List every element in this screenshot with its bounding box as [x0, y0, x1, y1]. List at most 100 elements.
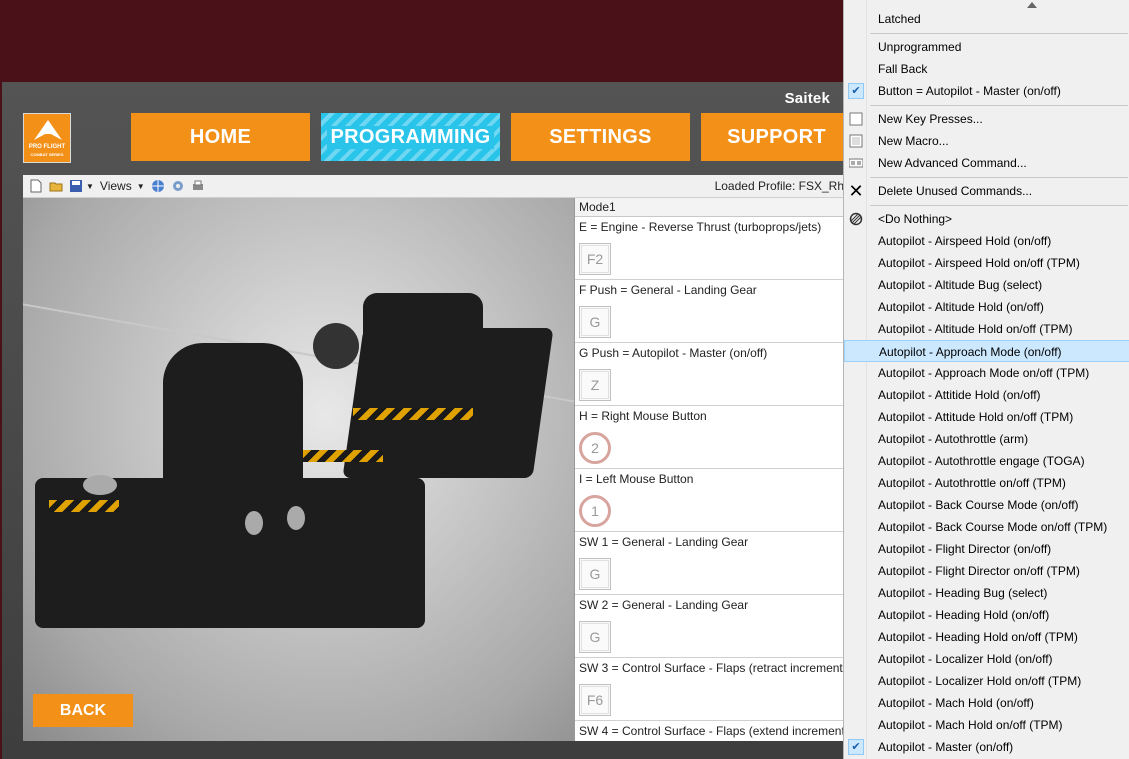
menu-item-do-nothing[interactable]: <Do Nothing>: [844, 208, 1129, 230]
menu-item-label: Autopilot - Altitude Hold on/off (TPM): [878, 322, 1073, 336]
throttle-levers-rear: [363, 293, 483, 363]
binding-row[interactable]: G Push = Autopilot - Master (on/off) Z: [575, 343, 843, 406]
menu-item-command[interactable]: Autopilot - Flight Director (on/off): [844, 538, 1129, 560]
menu-item-command[interactable]: Autopilot - Altitude Hold (on/off): [844, 296, 1129, 318]
menu-item-command[interactable]: Autopilot - Autothrottle engage (TOGA): [844, 450, 1129, 472]
binding-list: Mode1 E = Engine - Reverse Thrust (turbo…: [574, 198, 843, 741]
menu-item-label: Autopilot - Mach Hold on/off (TPM): [878, 718, 1063, 732]
keycap-icon: Z: [579, 369, 611, 401]
menu-item-command[interactable]: Autopilot - Approach Mode on/off (TPM): [844, 362, 1129, 384]
binding-row[interactable]: SW 4 = Control Surface - Flaps (extend i…: [575, 721, 843, 741]
menu-item-command[interactable]: Autopilot - Localizer Hold on/off (TPM): [844, 670, 1129, 692]
hazard-stripe-rear: [353, 408, 473, 420]
menu-item-command[interactable]: Autopilot - Approach Mode (on/off): [844, 340, 1129, 362]
new-file-icon[interactable]: [29, 179, 43, 193]
menu-item-fall-back[interactable]: Fall Back: [844, 58, 1129, 80]
nav-settings-button[interactable]: SETTINGS: [511, 113, 690, 161]
binding-row[interactable]: SW 2 = General - Landing Gear G: [575, 595, 843, 658]
binding-row[interactable]: F Push = General - Landing Gear G: [575, 280, 843, 343]
menu-item-command[interactable]: Autopilot - Heading Bug (select): [844, 582, 1129, 604]
menu-item-label: Autopilot - Approach Mode (on/off): [879, 345, 1062, 359]
menu-item-command[interactable]: Autopilot - Attitide Hold (on/off): [844, 384, 1129, 406]
menu-item-delete-unused[interactable]: ✕ Delete Unused Commands...: [844, 180, 1129, 202]
menu-item-command[interactable]: Autopilot - Back Course Mode (on/off): [844, 494, 1129, 516]
menu-item-command[interactable]: Autopilot - Flight Director on/off (TPM): [844, 560, 1129, 582]
key-label: F6: [581, 686, 609, 714]
binding-row[interactable]: E = Engine - Reverse Thrust (turboprops/…: [575, 217, 843, 280]
mode-header: Mode1: [575, 198, 843, 217]
menu-item-label: Latched: [878, 12, 921, 26]
menu-item-command[interactable]: Autopilot - Attitude Hold on/off (TPM): [844, 406, 1129, 428]
menu-item-label: Autopilot - Localizer Hold on/off (TPM): [878, 674, 1082, 688]
save-dropdown-icon[interactable]: ▼: [86, 182, 94, 191]
views-dropdown-icon[interactable]: ▼: [137, 182, 145, 191]
menu-item-label: Autopilot - Master (on/off): [878, 740, 1014, 754]
menu-item-new-macro[interactable]: New Macro...: [844, 130, 1129, 152]
menu-item-unprogrammed[interactable]: Unprogrammed: [844, 36, 1129, 58]
nav-support-button[interactable]: SUPPORT: [701, 113, 852, 161]
menu-item-command[interactable]: Autopilot - Airspeed Hold (on/off): [844, 230, 1129, 252]
macro-icon: [848, 133, 864, 149]
menu-separator: [870, 177, 1128, 178]
nav-home-button[interactable]: HOME: [131, 113, 310, 161]
binding-rows: E = Engine - Reverse Thrust (turboprops/…: [575, 217, 843, 741]
toolbar: ▼ Views ▼ Loaded Profile: FSX_Rh: [23, 175, 852, 198]
menu-item-label: Delete Unused Commands...: [878, 184, 1033, 198]
checkmark-icon: ✔: [848, 83, 864, 99]
menu-item-current-button[interactable]: ✔ Button = Autopilot - Master (on/off): [844, 80, 1129, 102]
binding-label: SW 1 = General - Landing Gear: [579, 535, 749, 549]
key-label: G: [581, 560, 609, 588]
menu-item-command[interactable]: Autopilot - Heading Hold (on/off): [844, 604, 1129, 626]
menu-item-command[interactable]: Autopilot - Mach Hold (on/off): [844, 692, 1129, 714]
menu-item-command[interactable]: Autopilot - Autothrottle on/off (TPM): [844, 472, 1129, 494]
menu-separator: [870, 33, 1128, 34]
save-icon[interactable]: [69, 179, 83, 193]
menu-item-label: Autopilot - Mach Hold (on/off): [878, 696, 1034, 710]
menu-item-command[interactable]: Autopilot - Mach Hold on/off (TPM): [844, 714, 1129, 736]
binding-label: H = Right Mouse Button: [579, 409, 707, 423]
open-folder-icon[interactable]: [49, 179, 63, 193]
binding-label: G Push = Autopilot - Master (on/off): [579, 346, 768, 360]
menu-item-command[interactable]: Autopilot - Back Course Mode on/off (TPM…: [844, 516, 1129, 538]
menu-item-label: Autopilot - Back Course Mode (on/off): [878, 498, 1079, 512]
menu-item-latched[interactable]: Latched: [844, 8, 1129, 30]
saitek-app-window: Saitek PRO FLIGHT COMBAT SERIES HOME PRO…: [2, 82, 852, 759]
keycap-icon: G: [579, 306, 611, 338]
menu-item-new-key-presses[interactable]: New Key Presses...: [844, 108, 1129, 130]
binding-row[interactable]: H = Right Mouse Button 2: [575, 406, 843, 469]
menu-item-command[interactable]: Autopilot - Altitude Hold on/off (TPM): [844, 318, 1129, 340]
rotary-knob-1: [245, 511, 263, 535]
menu-item-command[interactable]: Autopilot - Localizer Hold (on/off): [844, 648, 1129, 670]
views-menu[interactable]: Views: [100, 179, 132, 193]
binding-label: SW 3 = Control Surface - Flaps (retract …: [579, 661, 843, 675]
globe-icon[interactable]: [151, 179, 165, 193]
back-button[interactable]: BACK: [33, 694, 133, 727]
checkmark-icon: ✔: [848, 739, 864, 755]
rotary-knob-2: [287, 506, 305, 530]
menu-item-command[interactable]: Autopilot - Heading Hold on/off (TPM): [844, 626, 1129, 648]
gear-icon[interactable]: [171, 179, 185, 193]
menu-item-command[interactable]: ✔ Autopilot - Master (on/off): [844, 736, 1129, 758]
print-icon[interactable]: [191, 179, 205, 193]
nav-programming-button[interactable]: PROGRAMMING: [321, 113, 500, 161]
menu-item-label: Autopilot - Attitide Hold (on/off): [878, 388, 1041, 402]
menu-item-command[interactable]: Autopilot - Airspeed Hold on/off (TPM): [844, 252, 1129, 274]
menu-item-label: Button = Autopilot - Master (on/off): [878, 84, 1061, 98]
device-3d-view[interactable]: [23, 198, 574, 741]
menu-item-label: Autopilot - Autothrottle engage (TOGA): [878, 454, 1085, 468]
menu-item-command[interactable]: Autopilot - Altitude Bug (select): [844, 274, 1129, 296]
menu-item-label: Autopilot - Airspeed Hold on/off (TPM): [878, 256, 1080, 270]
menu-item-label: Autopilot - Back Course Mode on/off (TPM…: [878, 520, 1108, 534]
pro-flight-logo: PRO FLIGHT COMBAT SERIES: [23, 113, 71, 163]
binding-row[interactable]: SW 1 = General - Landing Gear G: [575, 532, 843, 595]
keycap-icon: F6: [579, 684, 611, 716]
binding-row[interactable]: I = Left Mouse Button 1: [575, 469, 843, 532]
menu-item-label: Unprogrammed: [878, 40, 962, 54]
menu-item-new-advanced-command[interactable]: New Advanced Command...: [844, 152, 1129, 174]
menu-item-command[interactable]: Autopilot - Autothrottle (arm): [844, 428, 1129, 450]
menu-item-label: Autopilot - Autothrottle on/off (TPM): [878, 476, 1066, 490]
logo-title: PRO FLIGHT: [28, 144, 66, 150]
menu-item-label: Autopilot - Autothrottle (arm): [878, 432, 1029, 446]
menu-item-label: Autopilot - Altitude Hold (on/off): [878, 300, 1044, 314]
binding-row[interactable]: SW 3 = Control Surface - Flaps (retract …: [575, 658, 843, 721]
